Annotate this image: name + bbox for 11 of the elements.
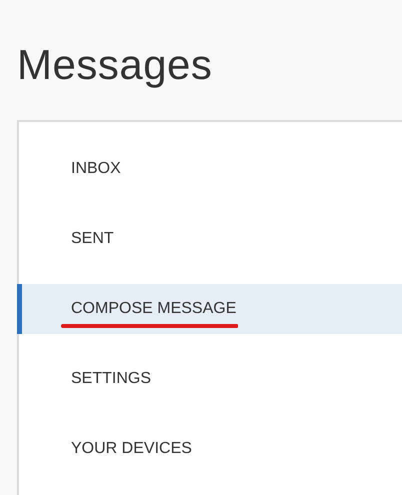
nav-item[interactable]: SETTINGS xyxy=(17,354,402,404)
page-title: Messages xyxy=(17,40,214,90)
nav-item[interactable]: INBOX xyxy=(17,144,402,194)
nav-label: INBOX xyxy=(71,160,121,177)
nav-item[interactable]: YOUR DEVICES xyxy=(17,424,402,474)
nav-label: SETTINGS xyxy=(71,370,152,387)
nav-label: SENT xyxy=(71,230,114,247)
nav-label: YOUR DEVICES xyxy=(71,440,192,457)
nav-item[interactable]: SENT xyxy=(17,214,402,264)
nav-label: COMPOSE MESSAGE xyxy=(71,300,236,317)
nav-item[interactable]: COMPOSE MESSAGE xyxy=(17,284,402,334)
